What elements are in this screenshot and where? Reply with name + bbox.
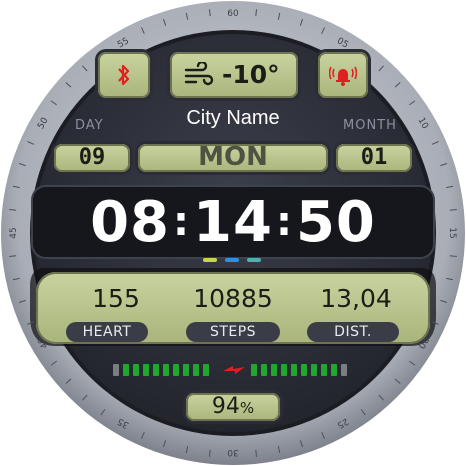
time-colon: : [173,199,191,245]
month-label: MONTH [343,118,397,133]
day-value: 09 [78,145,106,170]
steps-label[interactable]: STEPS [186,322,280,342]
indicator-dot-teal [247,258,261,262]
weather-panel[interactable]: -10° [170,52,298,98]
bezel-number: 45 [9,227,19,238]
wind-icon [184,62,214,86]
bezel-number: 15 [447,227,457,238]
distance-label[interactable]: DIST. [307,322,399,342]
time-minutes: 14 [193,190,273,255]
time-seconds: 50 [295,190,376,255]
month-panel[interactable]: 01 [336,144,412,172]
battery-percent-unit: % [239,399,255,417]
heart-rate-value: 155 [92,284,140,313]
heart-label[interactable]: HEART [66,322,148,342]
weekday-value: MON [198,142,268,172]
weekday-panel[interactable]: MON [138,142,328,172]
day-label: DAY [75,118,104,133]
alarm-panel[interactable] [318,52,368,98]
steps-value: 10885 [193,284,273,313]
temperature-value: -10° [222,60,280,89]
time-display[interactable]: 08:14:50 [36,186,430,258]
alarm-bell-icon [329,66,357,86]
bezel-number: 30 [227,447,239,457]
charging-bolt-icon [223,366,245,374]
day-panel[interactable]: 09 [54,144,130,172]
time-colon: : [275,199,293,245]
battery-percent-value: 94 [211,394,240,419]
month-value: 01 [360,145,388,170]
time-hours: 08 [90,190,171,255]
battery-panel[interactable]: 94% [186,393,280,421]
bezel-number: 60 [227,9,239,19]
indicator-dot-blue [225,258,239,262]
bluetooth-panel[interactable] [98,52,150,98]
bluetooth-icon [118,64,130,86]
indicator-dot-yellow [203,258,217,262]
distance-value: 13,04 [320,284,392,313]
battery-percent: 94% [186,394,280,419]
